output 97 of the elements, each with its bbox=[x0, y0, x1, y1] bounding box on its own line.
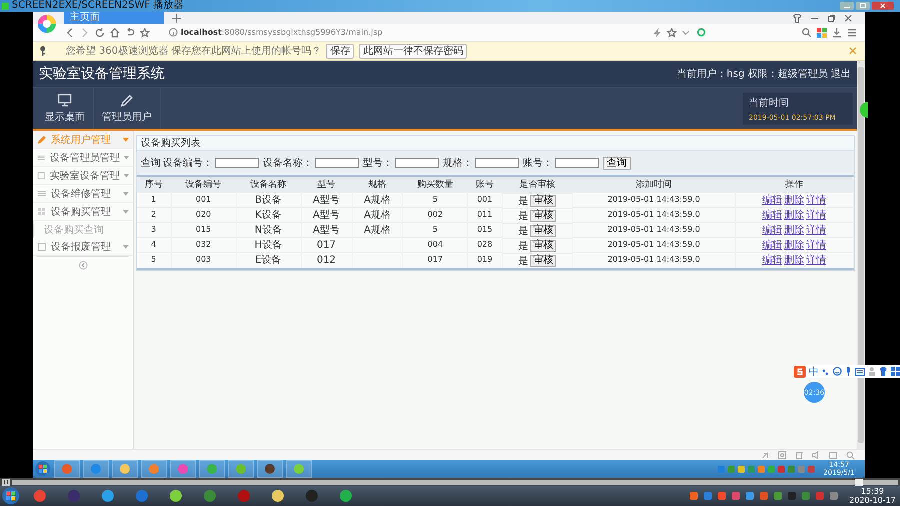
user-info: 当前用户：hsg 权限：超级管理员 bbox=[676, 68, 828, 81]
table-cell: 2019-05-01 14:43:59.0 bbox=[608, 195, 700, 204]
table-cell: 2019-05-01 14:43:59.0 bbox=[608, 255, 700, 264]
column-header: 添加时间 bbox=[572, 177, 736, 192]
column-header: 规格 bbox=[352, 177, 403, 192]
field-label: 账号： bbox=[523, 156, 553, 170]
table-cell-text: 是 bbox=[518, 240, 528, 252]
sidebar-item[interactable]: 设备维修管理 bbox=[33, 185, 133, 203]
review-button[interactable]: 审核 bbox=[530, 210, 556, 222]
action-link[interactable]: 编辑 bbox=[762, 210, 782, 221]
table-cell: K设备 bbox=[255, 210, 282, 221]
action-link[interactable]: 删除 bbox=[784, 210, 804, 221]
notification-button[interactable]: 保存 bbox=[326, 44, 354, 58]
window-title: SCREEN2EXE/SCREEN2SWF 播放器 bbox=[12, 0, 184, 12]
table-cell: 2 bbox=[151, 210, 156, 219]
notification-message: 您希望 360极速浏览器 保存您在此网站上使用的帐号吗？ bbox=[66, 44, 322, 58]
clock-time: 15:39 bbox=[861, 487, 884, 496]
table-cell: B设备 bbox=[255, 195, 282, 206]
table-cell: 1 bbox=[151, 195, 156, 204]
table-cell: 002 bbox=[428, 210, 444, 219]
field-label: 设备编号： bbox=[163, 156, 213, 170]
column-header: 设备编号 bbox=[171, 177, 236, 192]
table-cell: 017 bbox=[428, 255, 444, 264]
app-title: 实验室设备管理系统 bbox=[39, 65, 165, 83]
column-header: 操作 bbox=[736, 177, 854, 192]
sidebar-item[interactable]: 设备购买管理 bbox=[33, 203, 133, 221]
column-header: 序号 bbox=[137, 177, 172, 192]
action-link[interactable]: 删除 bbox=[784, 225, 804, 236]
action-link[interactable]: 编辑 bbox=[762, 240, 782, 251]
search-button[interactable]: 查询 bbox=[603, 156, 631, 170]
table-cell-text: 是 bbox=[518, 210, 528, 222]
review-button[interactable]: 审核 bbox=[530, 240, 556, 252]
table-cell: 003 bbox=[196, 255, 212, 264]
table-cell: A规格 bbox=[364, 195, 391, 206]
action-link[interactable]: 详情 bbox=[806, 255, 826, 266]
action-link[interactable]: 删除 bbox=[784, 195, 804, 206]
sidebar-item[interactable]: 设备报废管理 bbox=[33, 238, 133, 256]
table-cell: 4 bbox=[151, 240, 156, 249]
search-label: 查询 bbox=[141, 156, 161, 170]
table-cell: A规格 bbox=[364, 225, 391, 236]
table-cell: H设备 bbox=[254, 240, 282, 251]
table-cell-text: 是 bbox=[518, 224, 528, 238]
table-cell: 015 bbox=[477, 225, 493, 234]
table-cell: A规格 bbox=[364, 210, 391, 221]
table-cell: 2019-05-01 14:43:59.0 bbox=[608, 240, 700, 249]
review-button[interactable]: 审核 bbox=[530, 254, 556, 266]
action-link[interactable]: 详情 bbox=[806, 210, 826, 221]
table-cell-text: 是 bbox=[518, 194, 528, 208]
action-link[interactable]: 编辑 bbox=[762, 255, 782, 266]
table-cell: 5 bbox=[432, 195, 438, 204]
column-header: 型号 bbox=[301, 177, 352, 192]
table-cell: A型号 bbox=[313, 210, 340, 221]
table-cell: N设备 bbox=[254, 225, 282, 236]
column-header: 购买数量 bbox=[402, 177, 468, 192]
sidebar-item[interactable]: 实验室设备管理 bbox=[33, 167, 133, 185]
field-label: 型号： bbox=[363, 156, 393, 170]
action-link[interactable]: 详情 bbox=[806, 225, 826, 236]
table-cell: 2019-05-01 14:43:59.0 bbox=[608, 225, 700, 234]
action-link[interactable]: 编辑 bbox=[762, 195, 782, 206]
sidebar-item[interactable]: 设备管理员管理 bbox=[33, 149, 133, 167]
review-button[interactable]: 审核 bbox=[530, 194, 556, 206]
action-link[interactable]: 编辑 bbox=[762, 225, 782, 236]
table-cell: 020 bbox=[196, 210, 212, 219]
table-cell: 019 bbox=[477, 255, 493, 264]
clock-label: 当前时间 bbox=[749, 96, 790, 110]
column-header: 账号 bbox=[468, 177, 502, 192]
table-cell: 017 bbox=[316, 240, 336, 250]
table-cell: 5 bbox=[432, 225, 438, 234]
notification-button[interactable]: 此网站一律不保存密码 bbox=[359, 44, 468, 58]
table-cell: 2019-05-01 14:43:59.0 bbox=[608, 210, 700, 219]
table-cell: A型号 bbox=[313, 195, 340, 206]
table-cell: 015 bbox=[196, 225, 212, 234]
logout-link[interactable]: 退出 bbox=[831, 67, 851, 81]
action-link[interactable]: 详情 bbox=[806, 195, 826, 206]
panel-title: 设备购买列表 bbox=[141, 136, 201, 150]
ime-mode[interactable]: 中 bbox=[809, 364, 819, 378]
table-cell: 032 bbox=[196, 240, 212, 249]
action-link[interactable]: 删除 bbox=[784, 255, 804, 266]
action-link[interactable]: 删除 bbox=[784, 240, 804, 251]
action-link[interactable]: 详情 bbox=[806, 240, 826, 251]
field-label: 规格： bbox=[443, 156, 473, 170]
column-header: 设备名称 bbox=[236, 177, 302, 192]
table-cell: E设备 bbox=[255, 255, 282, 266]
table-cell: 011 bbox=[477, 210, 493, 219]
table-cell: 5 bbox=[151, 255, 156, 264]
column-header: 是否审核 bbox=[502, 177, 573, 192]
field-label: 设备名称： bbox=[263, 157, 313, 170]
table-cell: 004 bbox=[428, 240, 444, 249]
table-cell: 001 bbox=[196, 195, 212, 204]
table-cell: 012 bbox=[316, 254, 336, 266]
clock-date: 2020-10-17 bbox=[850, 496, 896, 505]
table-cell: A型号 bbox=[313, 225, 340, 236]
table-cell-text: 是 bbox=[518, 254, 528, 268]
table-cell: 001 bbox=[477, 195, 493, 204]
review-button[interactable]: 审核 bbox=[530, 224, 556, 236]
table-cell: 028 bbox=[477, 240, 493, 249]
table-cell: 3 bbox=[151, 225, 156, 234]
